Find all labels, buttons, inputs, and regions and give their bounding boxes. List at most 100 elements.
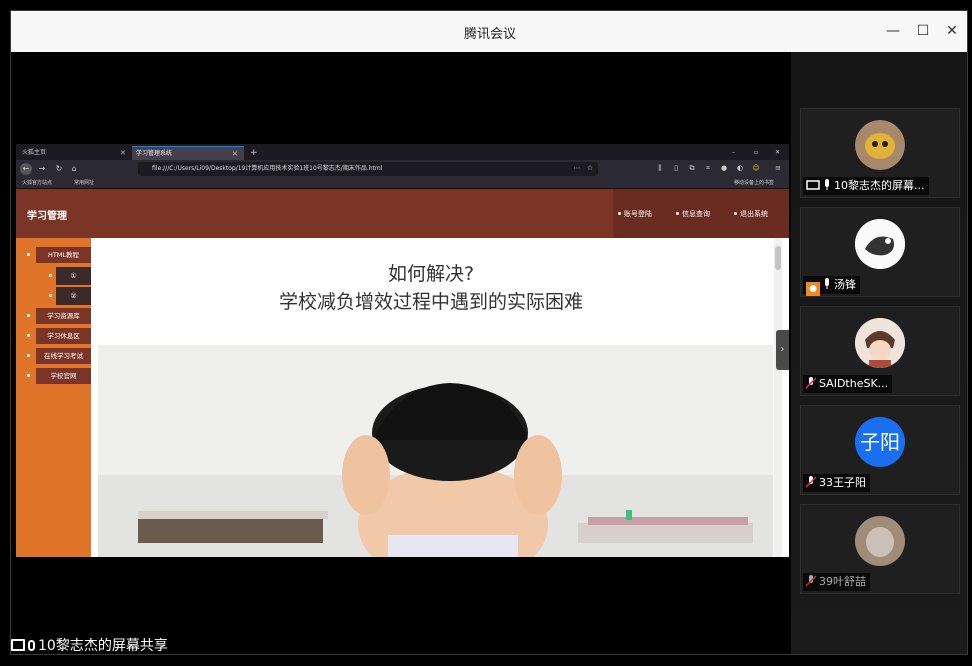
participant-name: 10黎志杰的屏幕...	[803, 177, 929, 195]
sidebar-icon[interactable]: ▯	[672, 164, 680, 172]
bullet-icon	[27, 374, 30, 377]
headline-subtitle: 学校减负增效过程中遇到的实际困难	[278, 291, 583, 313]
screen-share-icon	[11, 639, 25, 651]
mic-icon	[825, 179, 829, 190]
mobile-bookmarks[interactable]: 移动设备上的书签	[734, 179, 774, 188]
avatar-image	[855, 318, 905, 368]
bookmark-item[interactable]: 常用网址	[74, 179, 94, 188]
avatar-image	[855, 219, 905, 269]
mic-muted-icon	[806, 476, 816, 488]
avatar	[855, 516, 905, 566]
scroll-thumb[interactable]	[775, 246, 781, 270]
browser-tab-home[interactable]: 火狐主页 ✕	[18, 146, 130, 160]
bullet-icon	[618, 212, 621, 215]
maximize-button[interactable]: ☐	[913, 21, 933, 41]
boy-photo-illustration	[98, 345, 773, 557]
avatar	[855, 120, 905, 170]
nav-login[interactable]: 账号登陆	[624, 209, 652, 219]
avatar	[855, 318, 905, 368]
mic-icon	[28, 640, 35, 651]
shared-browser: 火狐主页 ✕ 学习管理系统 ✕ + – ▫ ✕ ← → ↻ ⌂ file:///…	[16, 144, 789, 557]
browser-tab-active[interactable]: 学习管理系统 ✕	[132, 146, 244, 160]
sidebar-item-rest[interactable]: 学习休息区	[36, 328, 91, 344]
bullet-icon	[49, 274, 52, 277]
bullet-icon	[27, 354, 30, 357]
sidebar-item-exam[interactable]: 在线学习考试	[36, 348, 91, 364]
hero-photo	[98, 345, 773, 557]
panel-toggle-chevron-icon[interactable]: ›	[776, 330, 789, 370]
site-header: 学习管理 账号登陆 信息查询 退出系统	[16, 189, 789, 238]
bullet-icon	[27, 334, 30, 337]
bullet-icon	[27, 314, 30, 317]
reload-icon[interactable]: ↻	[53, 163, 65, 175]
menu-icon[interactable]: ≡	[774, 164, 782, 172]
web-page: 学习管理 账号登陆 信息查询 退出系统 HTML教程 ① ② 学习资源库 学习休…	[16, 189, 789, 557]
avatar	[855, 219, 905, 269]
home-icon[interactable]: ⌂	[68, 163, 80, 175]
participant-name: 39叶舒喆	[803, 573, 870, 591]
mic-muted-icon	[806, 377, 816, 389]
emoji-icon[interactable]: ☺	[752, 164, 760, 172]
site-nav: 账号登陆 信息查询 退出系统	[613, 189, 789, 238]
sidebar-subitem-1[interactable]: ①	[56, 267, 91, 285]
host-icon: ●	[806, 282, 820, 296]
avatar-image	[855, 516, 905, 566]
bullet-icon	[676, 212, 679, 215]
participant-card[interactable]: SAIDtheSK...	[800, 306, 960, 396]
participant-card[interactable]: ● 汤锋	[800, 207, 960, 297]
headline-question: 如何解决?	[387, 263, 475, 285]
close-icon[interactable]: ✕	[232, 147, 238, 161]
more-icon[interactable]: ⋯	[573, 164, 581, 172]
avatar-image	[855, 120, 905, 170]
sidebar-subitem-2[interactable]: ②	[56, 287, 91, 305]
avatar: 子阳	[855, 417, 905, 467]
nav-query[interactable]: 信息查询	[682, 209, 710, 219]
sidebar-item-html[interactable]: HTML教程	[36, 247, 91, 263]
close-button[interactable]: ✕	[942, 21, 962, 41]
forward-icon[interactable]: →	[36, 163, 48, 175]
new-tab-button[interactable]: +	[246, 146, 258, 160]
bullet-icon	[734, 212, 737, 215]
close-icon[interactable]: ✕	[771, 146, 783, 160]
maximize-icon[interactable]: ▫	[750, 146, 762, 160]
participant-card[interactable]: 10黎志杰的屏幕...	[800, 108, 960, 198]
participants-panel: 10黎志杰的屏幕... ● 汤锋 SAIDtheSK... 子阳 33王子阳 3…	[791, 52, 967, 654]
participant-name: 33王子阳	[803, 474, 870, 492]
minimize-button[interactable]: —	[883, 21, 903, 41]
site-content: 如何解决? 学校减负增效过程中遇到的实际困难	[91, 238, 789, 557]
chat-icon[interactable]: ●	[720, 164, 728, 172]
sidebar-item-school[interactable]: 学校官网	[36, 368, 91, 384]
title-bar: 腾讯会议 — ☐ ✕	[11, 11, 967, 52]
screenshot-icon[interactable]: ⧉	[688, 164, 696, 172]
bullet-icon	[27, 253, 30, 256]
browser-tabbar: 火狐主页 ✕ 学习管理系统 ✕ + – ▫ ✕	[16, 144, 789, 160]
extension-icon[interactable]: ◐	[736, 164, 744, 172]
url-text: file:///C:/Users/Li09/Desktop/19计算机应用技术实…	[152, 165, 383, 172]
tab-label: 学习管理系统	[136, 150, 173, 157]
nav-logout[interactable]: 退出系统	[740, 209, 768, 219]
minimize-icon[interactable]: –	[728, 146, 740, 160]
share-status: 10黎志杰的屏幕共享	[11, 636, 168, 654]
library-icon[interactable]: ⫼	[656, 164, 664, 172]
screen-share-icon	[806, 180, 820, 190]
browser-toolbar: ← → ↻ ⌂ file:///C:/Users/Li09/Desktop/19…	[16, 160, 789, 178]
participant-card[interactable]: 子阳 33王子阳	[800, 405, 960, 495]
bullet-icon	[49, 294, 52, 297]
sidebar-item-resources[interactable]: 学习资源库	[36, 308, 91, 324]
bookmark-star-icon[interactable]: ☆	[586, 164, 594, 172]
mic-muted-icon	[806, 575, 816, 587]
participant-name: ● 汤锋	[803, 276, 860, 296]
participant-name: SAIDtheSK...	[803, 375, 893, 393]
url-bar[interactable]: file:///C:/Users/Li09/Desktop/19计算机应用技术实…	[138, 162, 598, 176]
site-title: 学习管理	[27, 211, 67, 222]
crop-icon[interactable]: ⌗	[704, 164, 712, 172]
bookmark-item[interactable]: 火狐官方站点	[22, 179, 52, 188]
close-icon[interactable]: ✕	[120, 146, 126, 160]
site-sidebar: HTML教程 ① ② 学习资源库 学习休息区 在线学习考试 学校官网	[16, 238, 91, 557]
back-icon[interactable]: ←	[20, 163, 32, 175]
bookmarks-bar: 火狐官方站点 常用网址 移动设备上的书签	[16, 178, 789, 189]
window-title: 腾讯会议	[463, 27, 516, 42]
page-scrollbar[interactable]	[774, 238, 782, 557]
meeting-window: 腾讯会议 — ☐ ✕ 火狐主页 ✕ 学习管理系统 ✕ + – ▫ ✕ ← → ↻…	[10, 10, 968, 655]
participant-card[interactable]: 39叶舒喆	[800, 504, 960, 594]
